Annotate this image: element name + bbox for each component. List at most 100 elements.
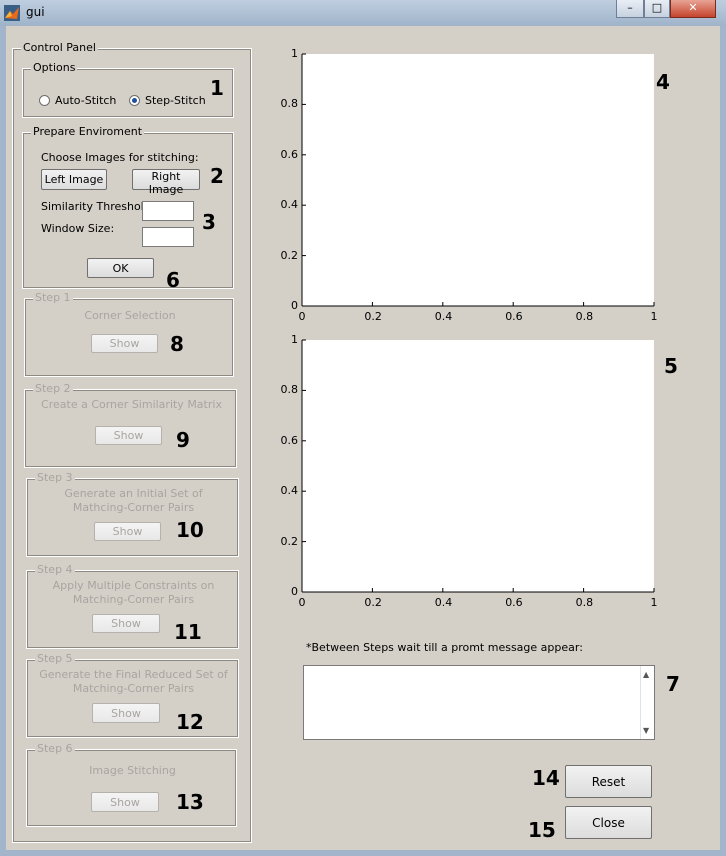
step-stitch-label[interactable]: Step-Stitch	[145, 94, 206, 107]
auto-stitch-label[interactable]: Auto-Stitch	[55, 94, 116, 107]
axes-bottom[interactable]: 0 0.2 0.4 0.6 0.8 1 0 0.2 0.4 0.6 0.8 1	[268, 333, 668, 616]
axes-top[interactable]: 0 0.2 0.4 0.6 0.8 1 0 0.2 0.4 0.6 0.8 1	[268, 47, 668, 330]
step-stitch-radio[interactable]	[129, 95, 140, 106]
marker-2: 2	[210, 164, 224, 188]
x-tick-label: 0.2	[364, 596, 382, 609]
window-size-label: Window Size:	[41, 222, 115, 235]
step-6-title: Step 6	[35, 742, 75, 755]
y-tick-label: 0.6	[280, 147, 299, 161]
left-image-button[interactable]: Left Image	[41, 169, 107, 190]
step-3-show-button[interactable]: Show	[94, 522, 161, 541]
step-5-description-line-1: Generate the Final Reduced Set of	[39, 668, 228, 681]
x-tick-label: 0.8	[575, 596, 594, 609]
x-tick-label: 0.2	[364, 310, 382, 323]
radio-selected-dot	[132, 98, 137, 103]
y-tick-label: 1	[291, 333, 298, 346]
x-tick-label: 0.6	[505, 596, 523, 609]
marker-14: 14	[532, 766, 560, 790]
step-6-show-button[interactable]: Show	[91, 792, 159, 812]
prepare-panel-title: Prepare Enviroment	[31, 125, 145, 138]
figure-client-area: Control Panel Options Auto-Stitch Step-S…	[6, 26, 720, 850]
marker-11: 11	[174, 620, 202, 644]
close-window-button[interactable]: ✕	[670, 0, 716, 18]
step-3-description-line-1: Generate an Initial Set of	[64, 487, 203, 500]
step-1-title: Step 1	[33, 291, 73, 304]
x-tick-label: 0.4	[434, 596, 453, 609]
options-panel: Options Auto-Stitch Step-Stitch	[22, 62, 234, 118]
y-tick-label: 0	[291, 585, 298, 598]
marker-1: 1	[210, 76, 224, 100]
marker-15: 15	[528, 818, 556, 842]
y-tick-label: 0.4	[280, 198, 299, 212]
marker-9: 9	[176, 428, 190, 452]
step-4-description-line-2: Matching-Corner Pairs	[72, 593, 195, 606]
step-4-description-line-1: Apply Multiple Constraints on	[52, 579, 215, 592]
y-tick-label: 0	[291, 299, 298, 312]
step-2-title: Step 2	[33, 382, 73, 395]
x-tick-label: 0.6	[505, 310, 523, 323]
choose-images-label: Choose Images for stitching:	[41, 151, 199, 164]
marker-5: 5	[664, 354, 678, 378]
reset-button[interactable]: Reset	[565, 765, 652, 798]
step-1-panel: Step 1 Corner Selection Show	[24, 292, 234, 377]
step-3-description-line-2: Mathcing-Corner Pairs	[72, 501, 195, 514]
similarity-threshold-label: Similarity Threshold:	[41, 200, 155, 213]
step-2-description: Create a Corner Similarity Matrix	[41, 398, 222, 411]
ok-button[interactable]: OK	[87, 258, 154, 278]
marker-13: 13	[176, 790, 204, 814]
y-tick-label: 0.8	[280, 97, 299, 111]
step-5-description-line-2: Matching-Corner Pairs	[72, 682, 195, 695]
step-2-show-button[interactable]: Show	[95, 426, 162, 445]
y-tick-label: 0.4	[280, 484, 299, 498]
step-1-description: Corner Selection	[84, 309, 176, 322]
window-frame-bottom	[0, 850, 726, 856]
step-5-panel: Step 5 Generate the Final Reduced Set of…	[26, 653, 239, 738]
marker-6: 6	[166, 268, 180, 292]
y-tick-label: 1	[291, 47, 298, 60]
scroll-down-icon[interactable]: ▼	[643, 726, 649, 735]
similarity-threshold-input[interactable]	[142, 201, 194, 221]
minimize-button[interactable]: –	[616, 0, 644, 18]
step-4-title: Step 4	[35, 563, 75, 576]
x-tick-label: 1	[650, 310, 658, 323]
y-tick-label: 0.2	[280, 534, 299, 548]
marker-3: 3	[202, 210, 216, 234]
maximize-button[interactable]: □	[644, 0, 670, 18]
right-image-button[interactable]: Right Image	[132, 169, 200, 196]
step-1-show-button[interactable]: Show	[91, 334, 158, 353]
step-6-panel: Step 6 Image Stitching Show	[26, 743, 237, 827]
marker-10: 10	[176, 518, 204, 542]
axes-bottom-frame	[301, 339, 655, 593]
step-2-panel: Step 2 Create a Corner Similarity Matrix…	[24, 383, 237, 468]
window-title: gui	[26, 5, 45, 19]
x-tick-label: 1	[650, 596, 658, 609]
window-titlebar[interactable]: gui – □ ✕	[0, 0, 726, 27]
message-scrollbar[interactable]: ▲ ▼	[640, 666, 654, 739]
step-3-panel: Step 3 Generate an Initial Set of Mathci…	[26, 472, 239, 557]
window-frame-right	[720, 26, 726, 856]
step-3-title: Step 3	[35, 471, 75, 484]
marker-4: 4	[656, 70, 670, 94]
scroll-up-icon[interactable]: ▲	[643, 670, 649, 679]
control-panel-title: Control Panel	[21, 41, 98, 54]
axes-top-frame	[301, 53, 655, 307]
x-tick-label: 0.8	[575, 310, 594, 323]
marker-7: 7	[666, 672, 680, 696]
message-textbox[interactable]: ▲ ▼	[303, 665, 655, 740]
step-6-description: Image Stitching	[89, 764, 176, 777]
wait-message-label: *Between Steps wait till a promt message…	[306, 641, 583, 654]
y-tick-label: 0.2	[280, 248, 299, 262]
close-button[interactable]: Close	[565, 806, 652, 839]
marker-8: 8	[170, 332, 184, 356]
step-4-show-button[interactable]: Show	[92, 614, 160, 633]
step-5-title: Step 5	[35, 652, 75, 665]
options-panel-title: Options	[31, 61, 78, 74]
matlab-icon	[4, 5, 20, 21]
y-tick-label: 0.8	[280, 383, 299, 397]
marker-12: 12	[176, 710, 204, 734]
window-size-input[interactable]	[142, 227, 194, 247]
auto-stitch-radio[interactable]	[39, 95, 50, 106]
step-5-show-button[interactable]: Show	[92, 703, 160, 723]
step-4-panel: Step 4 Apply Multiple Constraints on Mat…	[26, 564, 239, 649]
x-tick-label: 0.4	[434, 310, 453, 323]
